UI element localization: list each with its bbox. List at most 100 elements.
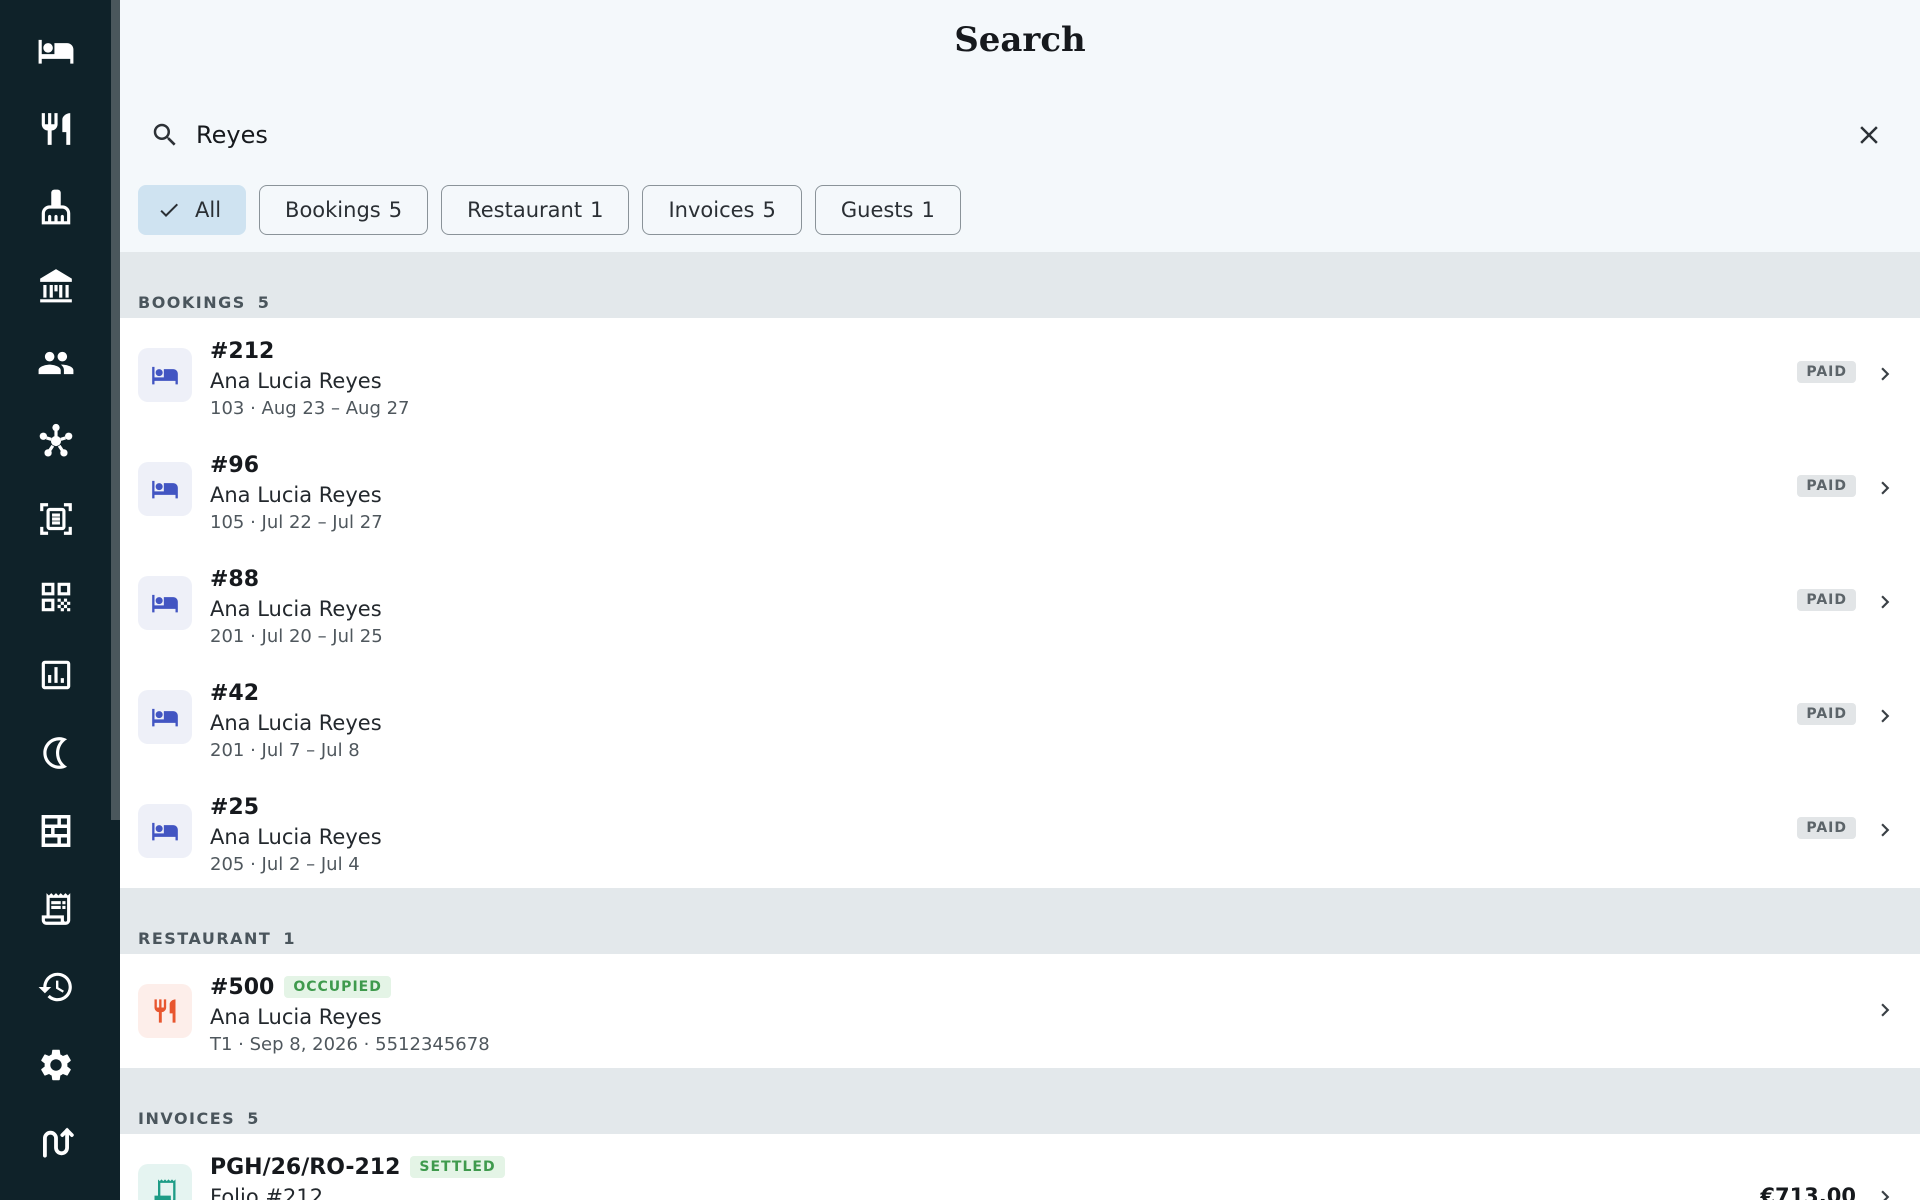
section-header-invoices: INVOICES 5: [120, 1068, 1920, 1134]
integrations-icon: [42, 1127, 74, 1158]
chip-count: 1: [921, 198, 935, 222]
chip-label: All: [195, 198, 222, 222]
guests-icon: [38, 351, 73, 375]
receipt-icon: [154, 1179, 176, 1200]
nav-bookings[interactable]: [0, 12, 111, 90]
chip-count: 1: [590, 198, 604, 222]
chevron-right-icon: [1881, 367, 1890, 381]
row-title: #42: [210, 680, 260, 706]
nav-reports[interactable]: [0, 636, 111, 714]
nav-night-audit[interactable]: [0, 714, 111, 792]
filter-chip-all[interactable]: All: [138, 185, 247, 235]
page-title: Search: [954, 20, 1086, 60]
booking-row[interactable]: #96 Ana Lucia Reyes 105 · Jul 22 – Jul 2…: [120, 432, 1920, 546]
nav-integrations[interactable]: [0, 1104, 111, 1182]
row-title: #500: [210, 974, 275, 1000]
nav-qr[interactable]: [0, 558, 111, 636]
status-badge: PAID: [1797, 475, 1856, 497]
night-audit-icon: [42, 737, 67, 769]
section-count: 5: [247, 1109, 260, 1128]
clear-search-button[interactable]: [1852, 118, 1886, 152]
section-header-bookings: BOOKINGS 5: [120, 252, 1920, 318]
bed-icon: [152, 594, 178, 613]
filter-chips: All Bookings 5 Restaurant 1 Invoices 5 G…: [138, 185, 961, 235]
invoice-row[interactable]: PGH/26/RO-212 SETTLED Folio #212 €713.00: [120, 1134, 1920, 1200]
search-input[interactable]: [196, 112, 1796, 158]
guest-name: Ana Lucia Reyes: [210, 711, 382, 735]
nav-property[interactable]: [0, 246, 111, 324]
housekeeping-icon: [41, 189, 70, 225]
bed-icon: [152, 708, 178, 727]
nav-channels[interactable]: [0, 402, 111, 480]
row-subtitle: 105 · Jul 22 – Jul 27: [210, 512, 383, 533]
guest-name: Ana Lucia Reyes: [210, 1005, 382, 1029]
row-title: #96: [210, 452, 260, 478]
filter-chip-guests[interactable]: Guests 1: [814, 185, 961, 235]
row-title: #88: [210, 566, 260, 592]
check-icon: [160, 203, 178, 217]
booking-row[interactable]: #88 Ana Lucia Reyes 201 · Jul 20 – Jul 2…: [120, 546, 1920, 660]
row-subtitle: 201 · Jul 7 – Jul 8: [210, 740, 360, 761]
guest-name: Ana Lucia Reyes: [210, 369, 382, 393]
booking-row[interactable]: #25 Ana Lucia Reyes 205 · Jul 2 – Jul 4 …: [120, 774, 1920, 888]
nav-history[interactable]: [0, 948, 111, 1026]
nav-restaurant[interactable]: [0, 90, 111, 168]
chip-count: 5: [762, 198, 776, 222]
history-icon: [38, 972, 72, 1002]
status-badge: SETTLED: [410, 1156, 505, 1178]
channels-icon: [39, 423, 72, 457]
settings-icon: [40, 1049, 71, 1081]
chevron-right-icon: [1881, 595, 1890, 609]
row-subtitle: T1 · Sep 8, 2026 · 5512345678: [210, 1034, 490, 1055]
sidebar-scrollbar[interactable]: [111, 0, 120, 820]
rooms-icon: [41, 815, 70, 847]
nav-settings[interactable]: [0, 1026, 111, 1104]
filter-chip-restaurant[interactable]: Restaurant 1: [441, 185, 630, 235]
section-title: BOOKINGS: [138, 293, 246, 312]
search-header: Search All Bookings 5 Restaurant 1 Invoi…: [120, 0, 1920, 252]
chevron-right-icon: [1881, 823, 1890, 837]
chip-label: Restaurant: [467, 198, 583, 222]
restaurant-row[interactable]: #500 OCCUPIED Ana Lucia Reyes T1 · Sep 8…: [120, 954, 1920, 1068]
chip-label: Bookings: [285, 198, 381, 222]
nav-scanner[interactable]: [0, 480, 111, 558]
chevron-right-icon: [1881, 709, 1890, 723]
property-icon: [39, 269, 72, 303]
row-subtitle: 205 · Jul 2 – Jul 4: [210, 854, 360, 875]
booking-row[interactable]: #212 Ana Lucia Reyes 103 · Aug 23 – Aug …: [120, 318, 1920, 432]
nav-rooms[interactable]: [0, 792, 111, 870]
qr-code-icon: [41, 582, 70, 612]
chevron-right-icon: [1881, 1003, 1890, 1017]
row-subtitle: 103 · Aug 23 – Aug 27: [210, 398, 410, 419]
booking-row[interactable]: #42 Ana Lucia Reyes 201 · Jul 7 – Jul 8 …: [120, 660, 1920, 774]
section-count: 5: [257, 293, 271, 312]
row-title: #212: [210, 338, 275, 364]
section-count: 1: [283, 929, 296, 948]
chip-count: 5: [388, 198, 403, 222]
scanner-icon: [39, 503, 72, 535]
section-header-restaurant: RESTAURANT 1: [120, 888, 1920, 954]
bed-icon: [152, 822, 178, 841]
folio-name: Folio #212: [210, 1185, 324, 1200]
nav-housekeeping[interactable]: [0, 168, 111, 246]
bed-icon: [152, 366, 178, 385]
status-badge: PAID: [1797, 361, 1856, 383]
guest-name: Ana Lucia Reyes: [210, 825, 382, 849]
restaurant-icon: [41, 113, 70, 145]
nav-guests[interactable]: [0, 324, 111, 402]
section-title: INVOICES: [138, 1109, 236, 1128]
guest-name: Ana Lucia Reyes: [210, 597, 382, 621]
sidebar: [0, 0, 120, 1200]
nav-invoices[interactable]: [0, 870, 111, 948]
row-title: #25: [210, 794, 260, 820]
filter-chip-invoices[interactable]: Invoices 5: [642, 185, 802, 235]
bed-icon: [152, 480, 178, 499]
main-content: Search All Bookings 5 Restaurant 1 Invoi…: [120, 0, 1920, 1200]
status-badge: OCCUPIED: [284, 976, 391, 998]
filter-chip-bookings[interactable]: Bookings 5: [259, 185, 429, 235]
search-icon: [153, 123, 176, 146]
restaurant-icon: [154, 999, 176, 1023]
chip-label: Invoices: [668, 198, 755, 222]
chevron-right-icon: [1881, 1190, 1890, 1200]
invoices-icon: [41, 893, 70, 925]
